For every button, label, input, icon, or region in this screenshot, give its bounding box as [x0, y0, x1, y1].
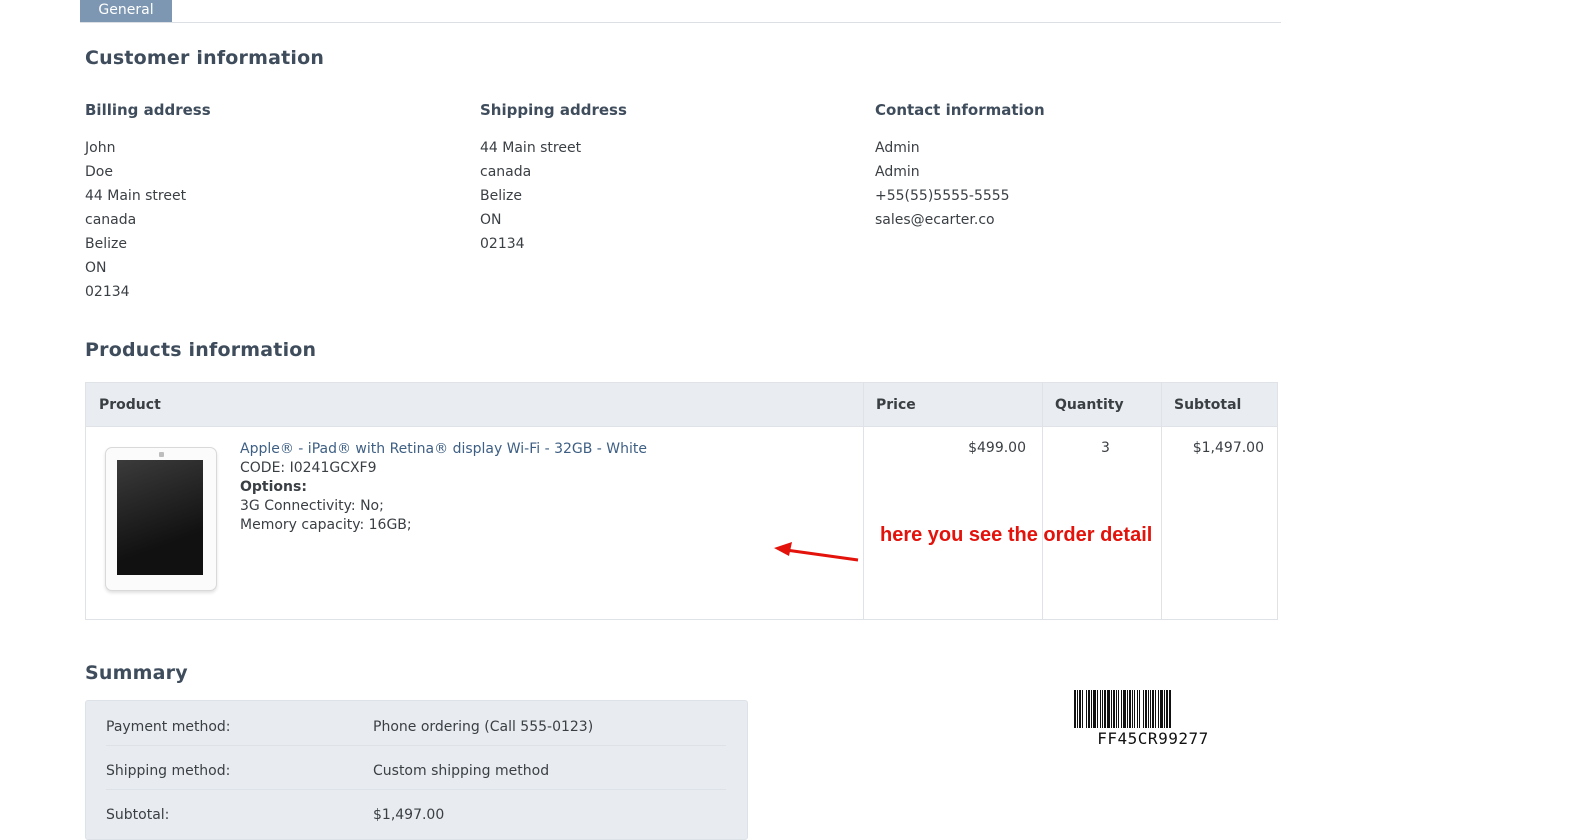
barcode-text: FF45CR99277 — [1097, 729, 1209, 748]
shipping-line: Belize — [480, 188, 522, 204]
payment-method-label: Payment method: — [106, 719, 231, 735]
summary-row-payment: Payment method: Phone ordering (Call 555… — [106, 701, 726, 746]
annotation-text: here you see the order detail — [880, 524, 1153, 546]
customer-info-title: Customer information — [85, 47, 325, 69]
product-price: $499.00 — [968, 440, 1026, 456]
tablet-screen — [117, 460, 203, 575]
billing-address: John Doe 44 Main street canada Belize ON… — [85, 136, 186, 304]
payment-method-value: Phone ordering (Call 555-0123) — [373, 719, 594, 735]
shipping-line: ON — [480, 212, 502, 228]
column-divider — [863, 383, 864, 619]
shipping-address-title: Shipping address — [480, 101, 627, 119]
tab-general[interactable]: General — [80, 0, 172, 23]
product-details: Apple® - iPad® with Retina® display Wi-F… — [240, 440, 647, 535]
billing-address-title: Billing address — [85, 101, 211, 119]
billing-line: 44 Main street — [85, 188, 187, 204]
billing-line: John — [85, 140, 116, 156]
shipping-address: 44 Main street canada Belize ON 02134 — [480, 136, 581, 256]
summary-panel: Payment method: Phone ordering (Call 555… — [85, 700, 748, 840]
subtotal-label: Subtotal: — [106, 807, 170, 823]
product-image — [105, 447, 217, 591]
products-table: Product Price Quantity Subtotal Apple® -… — [85, 382, 1278, 620]
barcode-icon — [1074, 690, 1171, 728]
product-code: CODE: I0241GCXF9 — [240, 460, 377, 476]
billing-line: 02134 — [85, 284, 130, 300]
contact-email: sales@ecarter.co — [875, 212, 995, 228]
product-quantity: 3 — [1101, 440, 1110, 456]
contact-line: +55(55)5555-5555 — [875, 188, 1010, 204]
product-options-label: Options: — [240, 479, 307, 495]
contact-line: Admin — [875, 164, 920, 180]
tab-divider — [80, 22, 1281, 23]
billing-line: ON — [85, 260, 107, 276]
products-table-header: Product Price Quantity Subtotal — [86, 383, 1277, 427]
shipping-line: 44 Main street — [480, 140, 582, 156]
column-subtotal: Subtotal — [1174, 397, 1242, 413]
shipping-line: 02134 — [480, 236, 525, 252]
billing-line: canada — [85, 212, 137, 228]
products-info-title: Products information — [85, 339, 317, 361]
summary-row-subtotal: Subtotal: $1,497.00 — [106, 789, 726, 833]
column-price: Price — [876, 397, 916, 413]
summary-title: Summary — [85, 662, 188, 684]
column-divider — [1042, 383, 1043, 619]
billing-line: Doe — [85, 164, 113, 180]
camera-dot — [159, 452, 164, 457]
subtotal-value: $1,497.00 — [373, 807, 445, 823]
column-product: Product — [99, 397, 161, 413]
shipping-line: canada — [480, 164, 532, 180]
annotation-arrow-icon — [774, 542, 859, 562]
product-option: Memory capacity: 16GB; — [240, 517, 412, 533]
contact-info-title: Contact information — [875, 101, 1045, 119]
column-quantity: Quantity — [1055, 397, 1124, 413]
product-subtotal: $1,497.00 — [1192, 440, 1264, 456]
shipping-method-value: Custom shipping method — [373, 763, 550, 779]
product-name-link[interactable]: Apple® - iPad® with Retina® display Wi-F… — [240, 440, 647, 459]
column-divider — [1161, 383, 1162, 619]
product-option: 3G Connectivity: No; — [240, 498, 384, 514]
shipping-method-label: Shipping method: — [106, 763, 231, 779]
summary-row-shipping: Shipping method: Custom shipping method — [106, 745, 726, 790]
contact-info: Admin Admin +55(55)5555-5555 sales@ecart… — [875, 136, 1010, 232]
billing-line: Belize — [85, 236, 127, 252]
contact-line: Admin — [875, 140, 920, 156]
